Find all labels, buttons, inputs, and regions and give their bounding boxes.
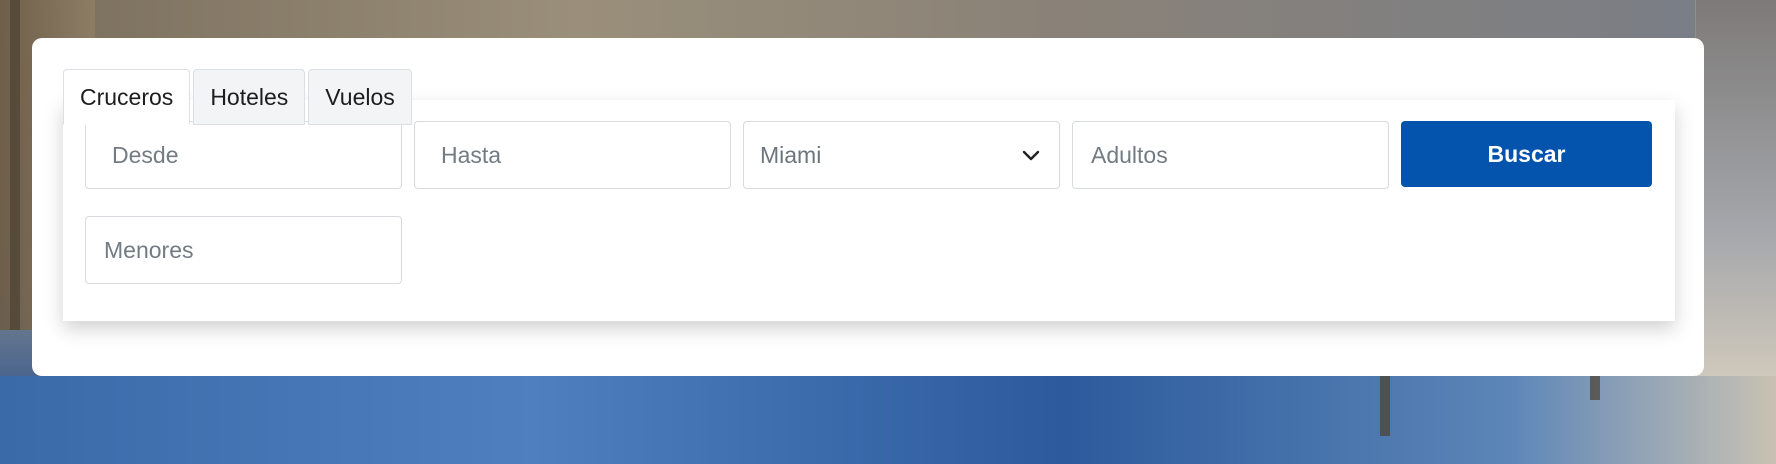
- chevron-down-icon: [1022, 150, 1040, 161]
- menores-input[interactable]: [102, 235, 401, 265]
- background-pool: [0, 376, 1776, 464]
- palm-trunk: [10, 0, 20, 330]
- destino-select[interactable]: Miami: [743, 121, 1060, 189]
- palm-trunk: [1380, 376, 1390, 436]
- desde-input[interactable]: [110, 140, 401, 170]
- search-button[interactable]: Buscar: [1401, 121, 1652, 187]
- hero-background: Cruceros Hoteles Vuelos Miami Buscar: [0, 0, 1776, 464]
- tab-hoteles[interactable]: Hoteles: [193, 69, 306, 125]
- tab-vuelos[interactable]: Vuelos: [308, 69, 412, 125]
- hasta-input[interactable]: [439, 140, 730, 170]
- tab-cruceros[interactable]: Cruceros: [63, 69, 191, 125]
- adultos-input[interactable]: [1089, 140, 1388, 170]
- menores-field: [85, 216, 402, 284]
- background-scenery-top: [95, 0, 1695, 40]
- search-tabs: Cruceros Hoteles Vuelos: [63, 69, 412, 125]
- background-beach: [1696, 0, 1776, 380]
- adultos-field: [1072, 121, 1389, 189]
- destino-selected-value: Miami: [760, 141, 822, 168]
- search-panel: Miami Buscar: [63, 100, 1675, 321]
- desde-field: [85, 121, 402, 189]
- hasta-field: [414, 121, 731, 189]
